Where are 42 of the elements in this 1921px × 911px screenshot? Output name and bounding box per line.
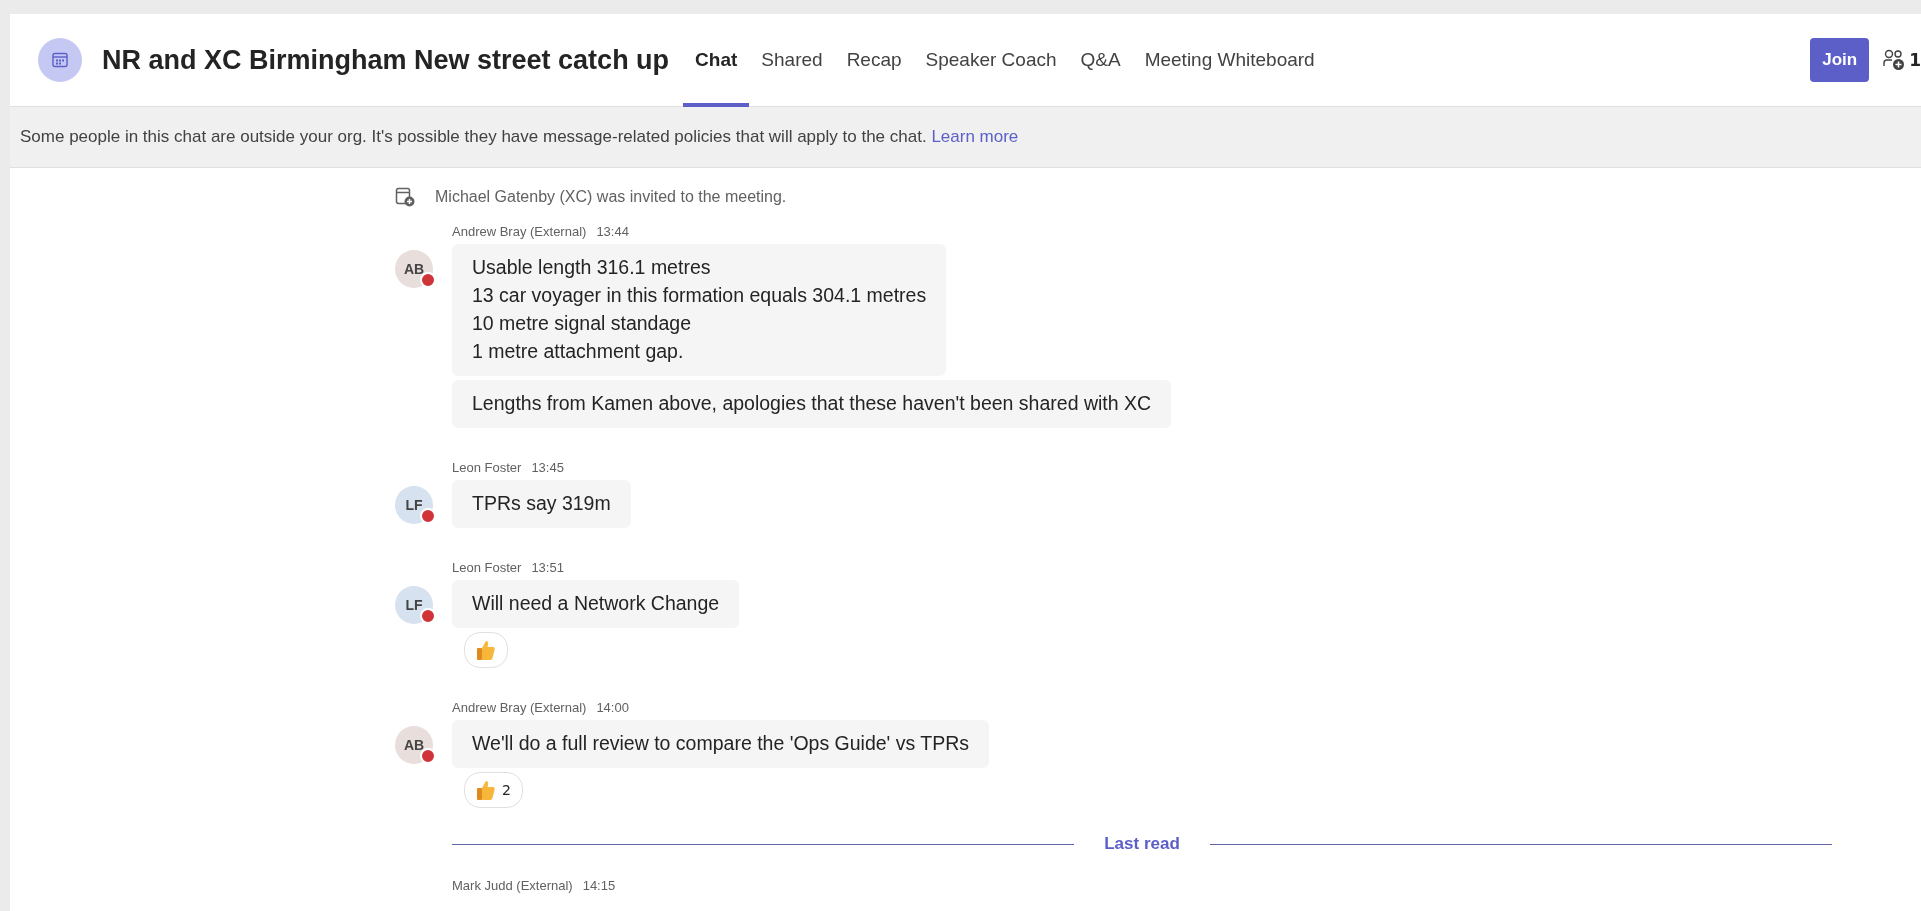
avatar[interactable]: LF (395, 586, 433, 624)
participant-count: 1 (1909, 50, 1921, 70)
avatar[interactable]: AB (395, 250, 433, 288)
avatar[interactable]: AB (395, 726, 433, 764)
tab[interactable]: Speaker Coach (913, 14, 1069, 107)
reaction-pill[interactable] (464, 632, 508, 668)
author-name: Leon Foster (452, 559, 522, 575)
reaction-count: 2 (502, 782, 511, 798)
tab[interactable]: Recap (834, 14, 914, 107)
external-notice: Some people in this chat are outside your org. It's possible they have message-related policies that will apply to the chat. Learn more (20, 127, 1019, 147)
message-line: Will need a Network Change (472, 591, 720, 616)
message-line: 13 car voyager in this formation equals 304.1 metres (472, 283, 927, 308)
thumbs-up-icon (476, 639, 496, 661)
join-button[interactable]: Join (1810, 38, 1870, 82)
tab[interactable]: Meeting Whiteboard (1132, 14, 1327, 107)
message-time: 13:44 (596, 223, 629, 239)
calendar-add-icon (395, 187, 415, 207)
last-read-label: Last read (1104, 834, 1180, 854)
people-add-icon[interactable] (1883, 49, 1906, 71)
system-message: Michael Gatenby (XC) was invited to the meeting. (435, 188, 787, 206)
calendar-icon (38, 38, 82, 82)
author-name: Mark Judd (External) (452, 877, 573, 893)
message-time: 14:15 (582, 877, 616, 893)
author-name: Leon Foster (452, 459, 522, 475)
tab[interactable]: Shared (749, 14, 835, 107)
message-line: We'll do a full review to compare the 'Ops Guide' vs TPRs (472, 731, 970, 756)
avatar[interactable]: LF (395, 486, 433, 524)
message-line: Usable length 316.1 metres (472, 255, 712, 280)
message-time: 14:00 (596, 699, 629, 715)
message-time: 13:45 (531, 459, 564, 475)
message-line: TPRs say 319m (472, 491, 611, 516)
reaction-pill[interactable]: 2 (464, 772, 523, 808)
message-time: 13:51 (531, 559, 564, 575)
tab[interactable]: Q&A (1068, 14, 1133, 107)
message-line: Lengths from Kamen above, apologies that these haven't been shared with XC (472, 391, 1152, 416)
message-line: 10 metre signal standage (472, 311, 692, 336)
thumbs-up-icon (476, 779, 496, 801)
message-line: 1 metre attachment gap. (472, 339, 685, 364)
author-name: Andrew Bray (External) (452, 699, 587, 715)
learn-more-link[interactable]: Learn more (931, 127, 1019, 146)
author-name: Andrew Bray (External) (452, 223, 587, 239)
meeting-title: NR and XC Birmingham New street catch up (102, 44, 670, 76)
